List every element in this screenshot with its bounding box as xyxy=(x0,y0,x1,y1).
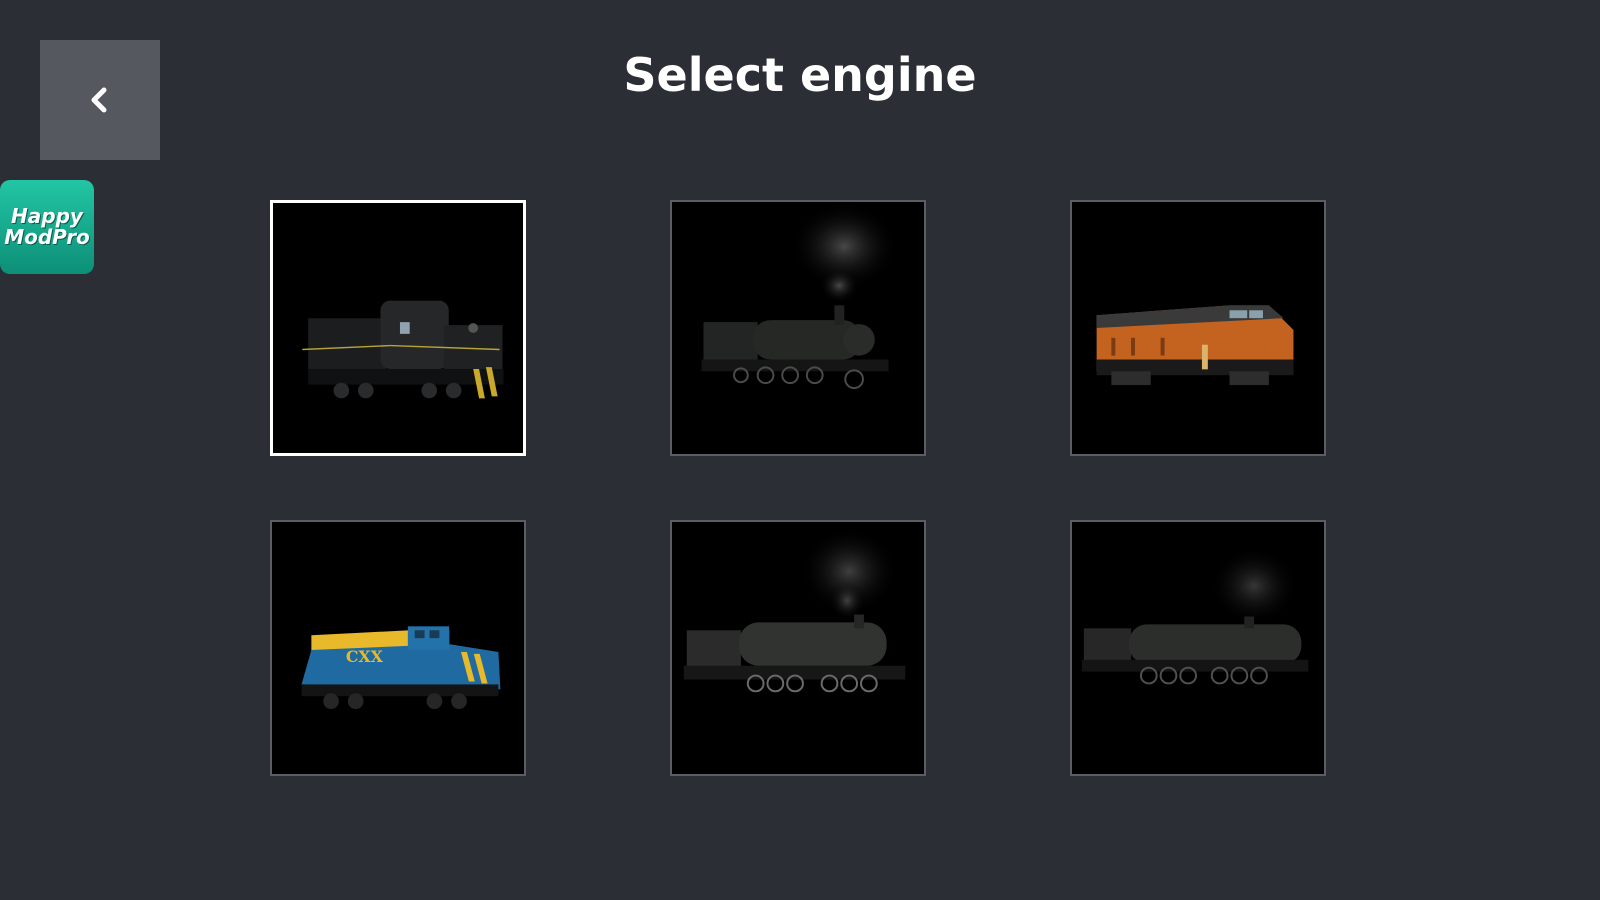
engine-card-5[interactable] xyxy=(670,520,926,776)
svg-text:CXX: CXX xyxy=(346,647,384,666)
badge-line1: Happy xyxy=(11,204,83,228)
engine-image-steam-big-boy xyxy=(1081,546,1309,685)
engine-card-6[interactable] xyxy=(1070,520,1326,776)
engine-image-diesel-cxx: CXX xyxy=(301,626,501,710)
page-title: Select engine xyxy=(623,48,977,102)
engine-card-2[interactable] xyxy=(670,200,926,456)
engine-image-diesel-cab-orange xyxy=(1096,305,1294,386)
engine-card-1[interactable] xyxy=(270,200,526,456)
happymodpro-badge[interactable]: Happy ModPro xyxy=(0,180,94,274)
engine-image-diesel-switcher xyxy=(302,300,504,399)
engine-card-4[interactable]: CXX xyxy=(270,520,526,776)
engine-card-3[interactable] xyxy=(1070,200,1326,456)
engine-image-steam-tank xyxy=(701,202,899,390)
badge-line2: ModPro xyxy=(4,225,90,249)
engine-image-steam-articulated xyxy=(683,526,906,693)
engine-grid: CXX xyxy=(270,200,1330,780)
